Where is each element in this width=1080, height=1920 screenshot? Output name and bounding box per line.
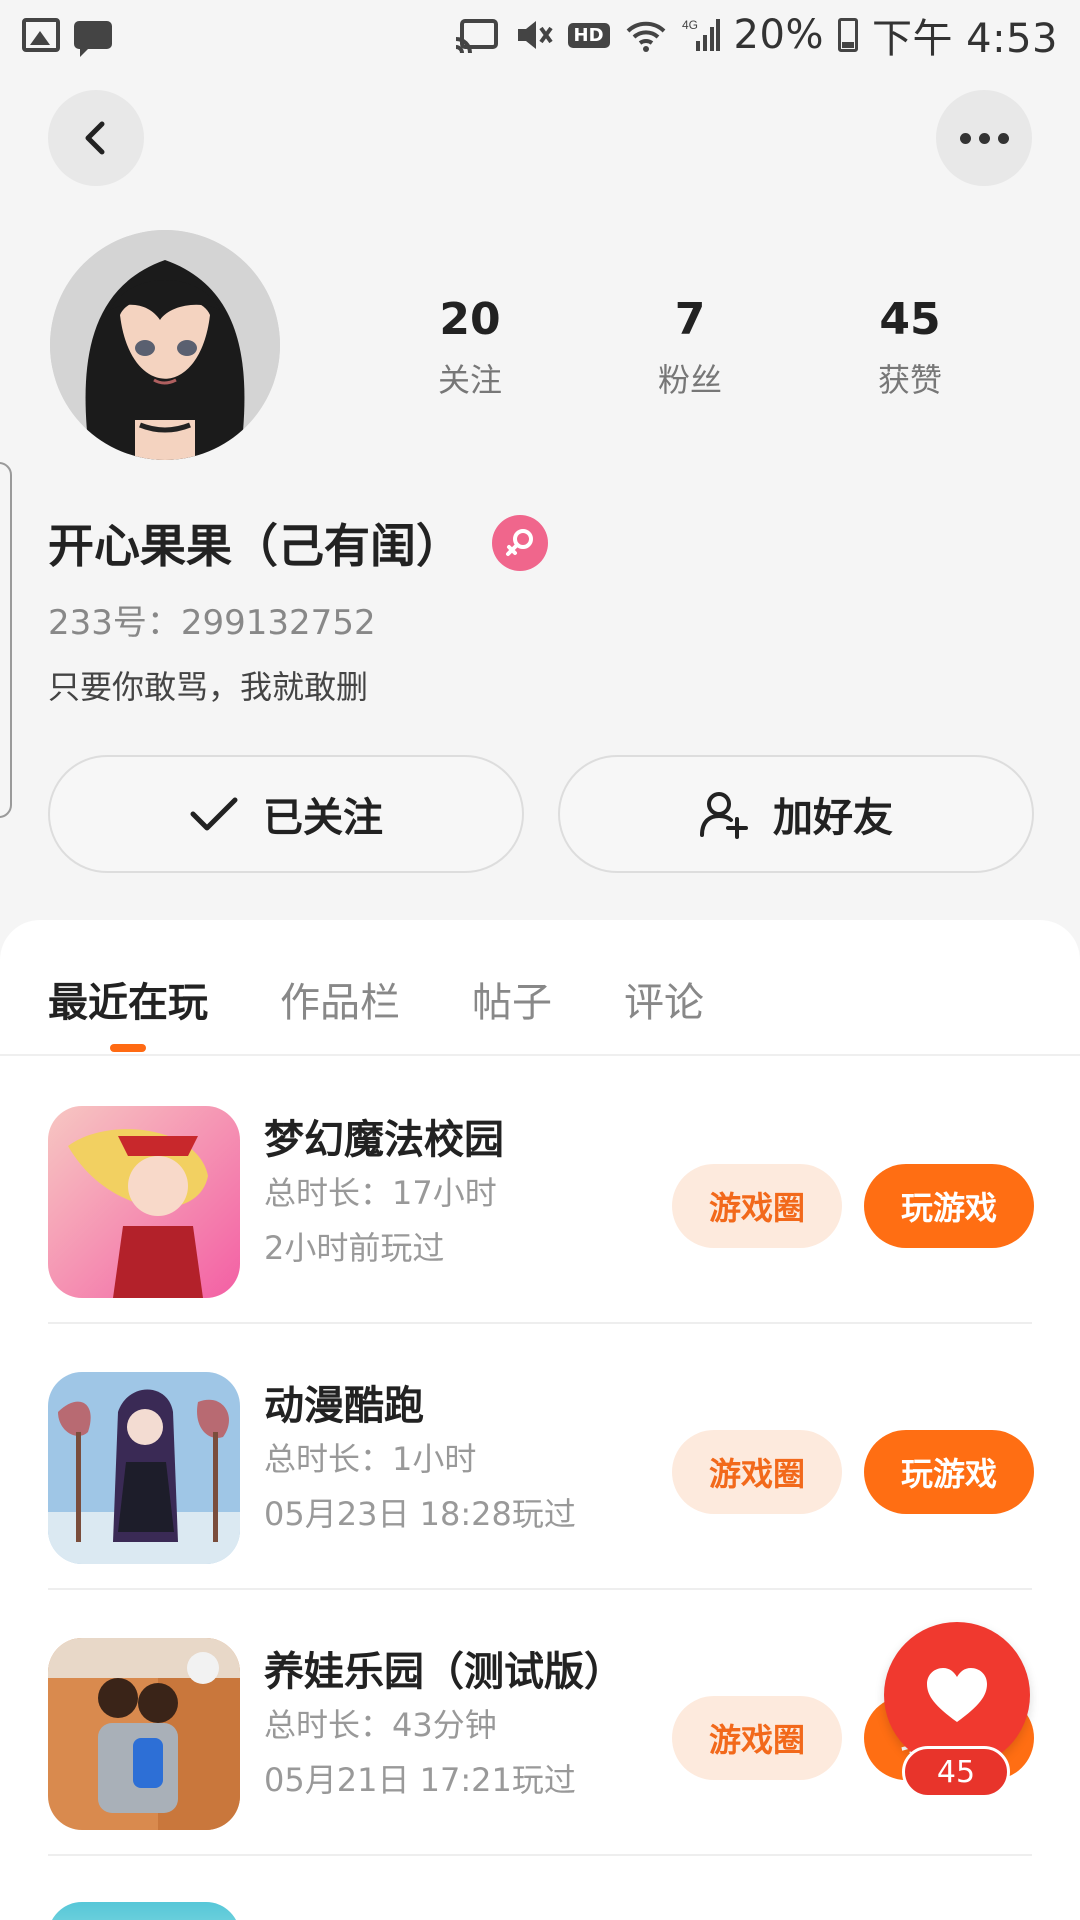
more-dots-icon <box>959 132 1009 144</box>
cast-icon <box>455 19 498 53</box>
game-last-played: 2小时前玩过 <box>264 1229 445 1267</box>
back-button[interactable] <box>48 90 144 186</box>
profile-tabs: 最近在玩 作品栏 帖子 评论 <box>48 970 704 1028</box>
name-row: 开心果果（己有闺） <box>48 510 548 576</box>
stat-label: 关注 <box>437 361 502 399</box>
hd-badge: HD <box>567 22 610 48</box>
stat-label: 获赞 <box>877 361 942 399</box>
profile-stats: 20 关注 7 粉丝 45 获赞 <box>360 295 1020 401</box>
stat-value: 20 <box>439 294 501 345</box>
stat-fans[interactable]: 7 粉丝 <box>580 295 800 401</box>
followed-label: 已关注 <box>263 795 383 841</box>
wifi-icon <box>626 21 665 52</box>
gender-badge <box>492 515 548 571</box>
game-info: 动漫酷跑 总时长：1小时 05月23日 18:28玩过 <box>264 1380 576 1542</box>
signal-icon: 4G <box>682 18 720 51</box>
game-circle-button[interactable]: 游戏圈 <box>672 1164 842 1248</box>
game-duration: 总时长：43分钟 <box>264 1706 497 1744</box>
tab-comments[interactable]: 评论 <box>624 970 704 1028</box>
tab-works[interactable]: 作品栏 <box>280 970 400 1028</box>
battery-icon <box>837 18 858 52</box>
game-title: 梦幻魔法校园 <box>264 1117 504 1163</box>
game-row[interactable]: 动漫酷跑 总时长：1小时 05月23日 18:28玩过 游戏圈 玩游戏 <box>48 1324 1080 1590</box>
stat-value: 7 <box>674 294 706 345</box>
tab-recently-played[interactable]: 最近在玩 <box>48 970 208 1028</box>
battery-percent: 20% <box>733 12 824 58</box>
message-notification-icon <box>74 21 112 57</box>
followed-button[interactable]: 已关注 <box>48 755 524 873</box>
more-button[interactable] <box>936 90 1032 186</box>
profile-page: HD 4G 20% 下午 4:53 20 关注 7 粉丝 45 获赞 开心果果（… <box>0 0 1080 1920</box>
game-info: 梦幻魔法校园 总时长：17小时 2小时前玩过 <box>264 1114 504 1276</box>
side-drawer-handle[interactable] <box>0 462 12 818</box>
active-tab-indicator <box>110 1044 146 1052</box>
game-title: 动漫酷跑 <box>264 1383 424 1429</box>
game-circle-button[interactable]: 游戏圈 <box>672 1430 842 1514</box>
status-bar: HD 4G 20% 下午 4:53 <box>0 0 1080 70</box>
game-cover-image <box>48 1106 240 1298</box>
play-game-button[interactable]: 玩游戏 <box>864 1164 1034 1248</box>
like-count-badge: 45 <box>902 1746 1010 1798</box>
game-cover-image <box>48 1638 240 1830</box>
next-game-icon-peek <box>48 1902 240 1920</box>
game-cover-image <box>48 1372 240 1564</box>
game-info: 养娃乐园（测试版） 总时长：43分钟 05月21日 17:21玩过 <box>264 1646 624 1808</box>
check-icon <box>190 797 238 831</box>
avatar-image <box>50 230 280 460</box>
add-user-icon <box>700 792 748 839</box>
game-last-played: 05月23日 18:28玩过 <box>264 1495 576 1533</box>
heart-icon <box>927 1668 987 1722</box>
add-friend-label: 加好友 <box>773 795 893 841</box>
user-id: 233号：299132752 <box>48 603 376 643</box>
game-row[interactable]: 梦幻魔法校园 总时长：17小时 2小时前玩过 游戏圈 玩游戏 <box>48 1058 1080 1324</box>
stat-value: 45 <box>879 294 941 345</box>
game-title: 养娃乐园（测试版） <box>264 1649 624 1695</box>
game-icon[interactable] <box>48 1106 240 1298</box>
user-bio: 只要你敢骂，我就敢删 <box>48 668 369 706</box>
stat-likes[interactable]: 45 获赞 <box>800 295 1020 401</box>
game-icon[interactable] <box>48 1638 240 1830</box>
stat-following[interactable]: 20 关注 <box>360 295 580 401</box>
game-last-played: 05月21日 17:21玩过 <box>264 1761 576 1799</box>
play-game-button[interactable]: 玩游戏 <box>864 1430 1034 1514</box>
nickname: 开心果果（己有闺） <box>48 519 462 573</box>
mute-icon <box>517 21 553 49</box>
clock: 下午 4:53 <box>871 16 1058 62</box>
female-icon <box>506 529 533 556</box>
row-divider <box>48 1854 1032 1856</box>
network-label: 4G <box>682 18 698 32</box>
tabs-divider <box>0 1054 1080 1056</box>
game-duration: 总时长：1小时 <box>264 1440 477 1478</box>
add-friend-button[interactable]: 加好友 <box>558 755 1034 873</box>
image-notification-icon <box>22 18 60 52</box>
game-duration: 总时长：17小时 <box>264 1174 497 1212</box>
game-circle-button[interactable]: 游戏圈 <box>672 1696 842 1780</box>
stat-label: 粉丝 <box>657 361 722 399</box>
chevron-left-icon <box>85 121 105 155</box>
game-icon[interactable] <box>48 1372 240 1564</box>
tab-posts[interactable]: 帖子 <box>472 970 552 1028</box>
avatar[interactable] <box>50 230 280 460</box>
